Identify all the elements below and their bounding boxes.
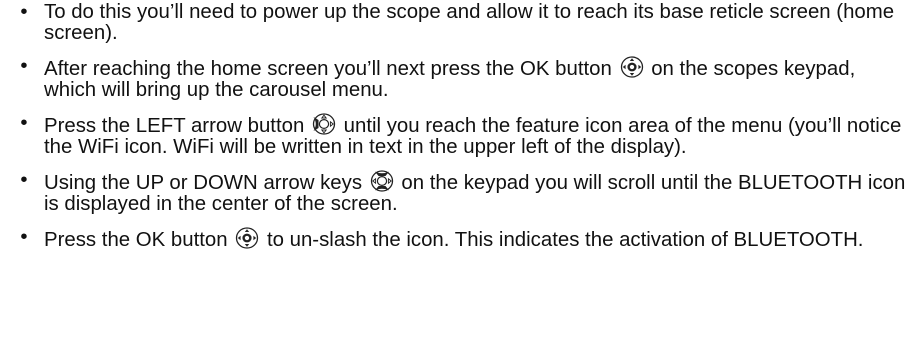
- bullet: •: [20, 1, 28, 23]
- step-text: Press the LEFT arrow button: [44, 115, 310, 137]
- step-text-continued: to un-slash the icon. This indicates the…: [261, 229, 864, 251]
- keypad-up-down-icon: [370, 170, 394, 192]
- list-item: • Using the UP or DOWN arrow keys on the…: [4, 170, 907, 215]
- keypad-ok-icon: [620, 56, 644, 78]
- step-text: After reaching the home screen you’ll ne…: [44, 58, 618, 80]
- step-text: Using the UP or DOWN arrow keys: [44, 172, 368, 194]
- step-text: Press the OK button: [44, 229, 234, 251]
- step-text: To do this you’ll need to power up the s…: [44, 1, 895, 44]
- steps-list: • To do this you’ll need to power up the…: [4, 2, 907, 251]
- instructions-page: • To do this you’ll need to power up the…: [0, 0, 915, 357]
- list-item: • To do this you’ll need to power up the…: [4, 2, 907, 44]
- keypad-left-icon: [312, 113, 336, 135]
- list-item: • Press the OK button to un-slash the ic…: [4, 227, 907, 251]
- keypad-ok-icon: [235, 227, 259, 249]
- bullet: •: [20, 226, 28, 248]
- bullet: •: [20, 112, 28, 134]
- bullet: •: [20, 55, 28, 77]
- list-item: • After reaching the home screen you’ll …: [4, 56, 907, 101]
- list-item: • Press the LEFT arrow button until you …: [4, 113, 907, 158]
- bullet: •: [20, 169, 28, 191]
